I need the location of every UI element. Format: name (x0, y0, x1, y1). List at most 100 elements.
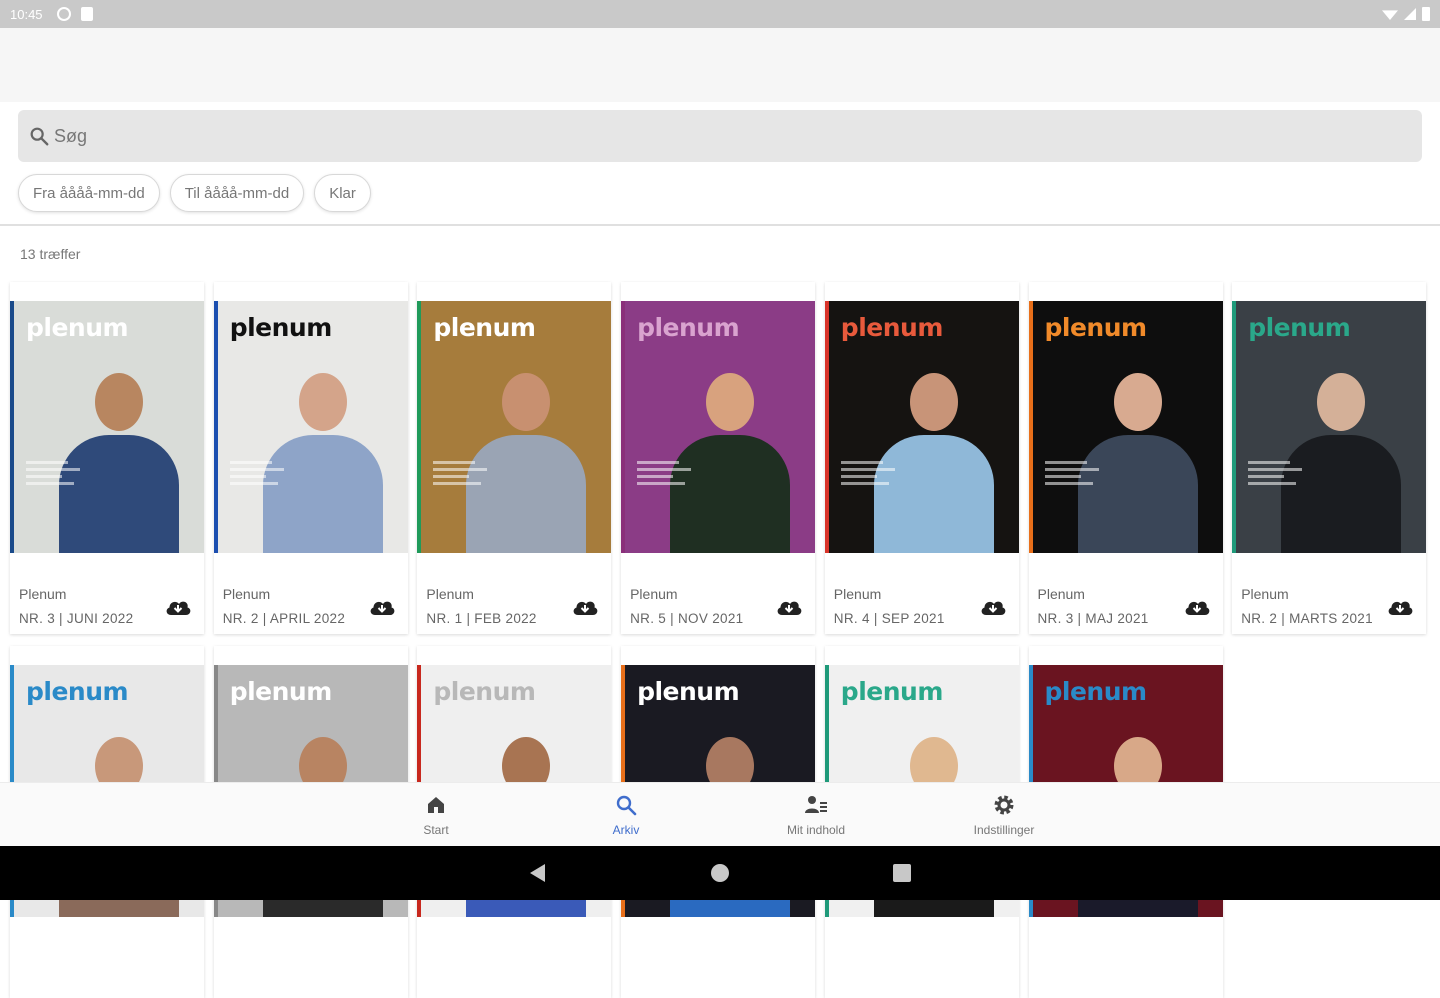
cloud-download-icon[interactable] (368, 596, 396, 618)
cover-masthead: plenum (840, 677, 944, 706)
cover-figure-body (873, 435, 994, 553)
magazine-title: Plenum (1241, 586, 1289, 602)
cover-masthead: plenum (1044, 313, 1148, 342)
magazine-card[interactable]: plenum Plenum NR. 4 | SEP 2021 (824, 282, 1019, 634)
magazine-title: Plenum (833, 586, 882, 602)
cover-headlines (840, 461, 901, 489)
magazine-issue: NR. 2 | MARTS 2021 (1241, 610, 1373, 626)
cover-masthead: plenum (229, 313, 333, 342)
nav-archive-label: Arkiv (612, 823, 640, 837)
magazine-meta: Plenum NR. 3 | MAJ 2021 (1038, 582, 1149, 630)
cover-figure-head (1113, 373, 1162, 431)
magazine-card[interactable]: plenum Plenum NR. 3 | MAJ 2021 (1028, 282, 1223, 634)
magazine-cover[interactable]: plenum (1028, 301, 1223, 553)
cloud-download-icon[interactable] (1183, 596, 1211, 618)
accessibility-icon (56, 7, 71, 21)
clear-chip[interactable]: Klar (314, 174, 371, 212)
cover-headlines (1248, 461, 1308, 489)
magazine-meta: Plenum NR. 5 | NOV 2021 (630, 582, 743, 630)
cloud-download-icon[interactable] (164, 596, 192, 618)
bottom-navigation: Start Arkiv Mit indhold Indstillinger (0, 782, 1440, 846)
search-bar[interactable] (18, 110, 1422, 162)
magazine-issue: NR. 5 | NOV 2021 (630, 610, 744, 626)
person-list-icon (805, 796, 827, 813)
magazine-card[interactable]: plenum Plenum NR. 2 | APRIL 2022 (213, 282, 408, 634)
cover-accent-stripe (1028, 301, 1033, 553)
cover-masthead: plenum (26, 677, 129, 706)
magazine-title: Plenum (630, 586, 678, 602)
magazine-card[interactable]: plenum Plenum NR. 2 | MARTS 2021 (1232, 282, 1427, 634)
cover-accent-stripe (417, 301, 422, 553)
cover-masthead: plenum (1044, 677, 1148, 706)
nav-settings[interactable]: Indstillinger (944, 793, 1064, 837)
magazine-issue: NR. 3 | JUNI 2022 (19, 610, 134, 626)
cover-figure-body (262, 435, 383, 553)
magazine-meta: Plenum NR. 1 | FEB 2022 (426, 582, 536, 630)
cover-masthead: plenum (433, 313, 536, 342)
magazine-cover[interactable]: plenum (621, 301, 816, 553)
to-date-chip[interactable]: Til åååå-mm-dd (169, 174, 305, 212)
magazine-cover[interactable]: plenum (824, 301, 1019, 553)
cover-figure-head (909, 373, 958, 431)
cover-figure-body (1077, 435, 1198, 553)
search-input[interactable] (54, 125, 654, 147)
cover-figure-head (95, 373, 143, 431)
nav-start[interactable]: Start (376, 793, 496, 837)
cloud-download-icon[interactable] (979, 596, 1007, 618)
cover-accent-stripe (10, 301, 14, 553)
cloud-download-icon[interactable] (775, 596, 803, 618)
home-icon (428, 797, 444, 813)
magazine-cover[interactable]: plenum (213, 301, 408, 553)
nav-my-content-label: Mit indhold (786, 823, 846, 837)
sd-card-icon (80, 7, 93, 21)
nav-archive[interactable]: Arkiv (566, 793, 686, 837)
magazine-cover[interactable]: plenum (417, 301, 612, 553)
cover-masthead: plenum (637, 313, 740, 342)
cover-figure-body (670, 435, 791, 553)
magazine-cover[interactable]: plenum (10, 301, 204, 553)
magazine-card[interactable]: plenum Plenum NR. 5 | NOV 2021 (621, 282, 816, 634)
back-icon[interactable] (530, 864, 545, 882)
magazine-meta: Plenum NR. 3 | JUNI 2022 (19, 582, 133, 630)
system-navigation-bar (0, 846, 1440, 900)
recents-icon[interactable] (893, 864, 911, 882)
battery-icon (1422, 7, 1430, 21)
cloud-download-icon[interactable] (1386, 596, 1414, 618)
cover-headlines (229, 461, 290, 489)
wifi-icon (1382, 10, 1398, 20)
magazine-issue: NR. 1 | FEB 2022 (426, 610, 537, 626)
cover-headlines (26, 461, 86, 489)
cover-masthead: plenum (26, 313, 129, 342)
cloud-download-icon[interactable] (571, 596, 599, 618)
cover-headlines (1044, 461, 1105, 489)
search-section: Fra åååå-mm-dd Til åååå-mm-dd Klar (0, 102, 1440, 226)
magazine-title: Plenum (222, 586, 271, 602)
gear-icon (994, 795, 1014, 815)
from-date-chip[interactable]: Fra åååå-mm-dd (18, 174, 160, 212)
search-icon (30, 127, 49, 146)
cover-figure-body (59, 435, 179, 553)
magazine-meta: Plenum NR. 4 | SEP 2021 (834, 582, 945, 630)
magazine-title: Plenum (1037, 586, 1085, 602)
magazine-issue: NR. 4 | SEP 2021 (833, 610, 945, 626)
result-count: 13 træffer (20, 246, 81, 262)
cover-headlines (637, 461, 697, 489)
cover-figure-head (706, 373, 755, 431)
cover-figure-head (298, 373, 347, 431)
magazine-card[interactable]: plenum Plenum NR. 3 | JUNI 2022 (10, 282, 204, 634)
magazine-issue: NR. 2 | APRIL 2022 (222, 610, 346, 626)
cover-masthead: plenum (840, 313, 944, 342)
cover-headlines (433, 461, 493, 489)
cover-figure-head (1317, 373, 1366, 431)
search-icon (616, 795, 637, 816)
nav-settings-label: Indstillinger (973, 823, 1035, 837)
nav-my-content[interactable]: Mit indhold (756, 793, 876, 837)
cover-accent-stripe (213, 301, 218, 553)
magazine-card[interactable]: plenum Plenum NR. 1 | FEB 2022 (417, 282, 612, 634)
signal-icon (1404, 8, 1416, 20)
cover-figure-body (1281, 435, 1402, 553)
cover-accent-stripe (824, 301, 829, 553)
home-button-icon[interactable] (711, 864, 729, 882)
magazine-cover[interactable]: plenum (1232, 301, 1427, 553)
cover-masthead: plenum (1248, 313, 1351, 342)
